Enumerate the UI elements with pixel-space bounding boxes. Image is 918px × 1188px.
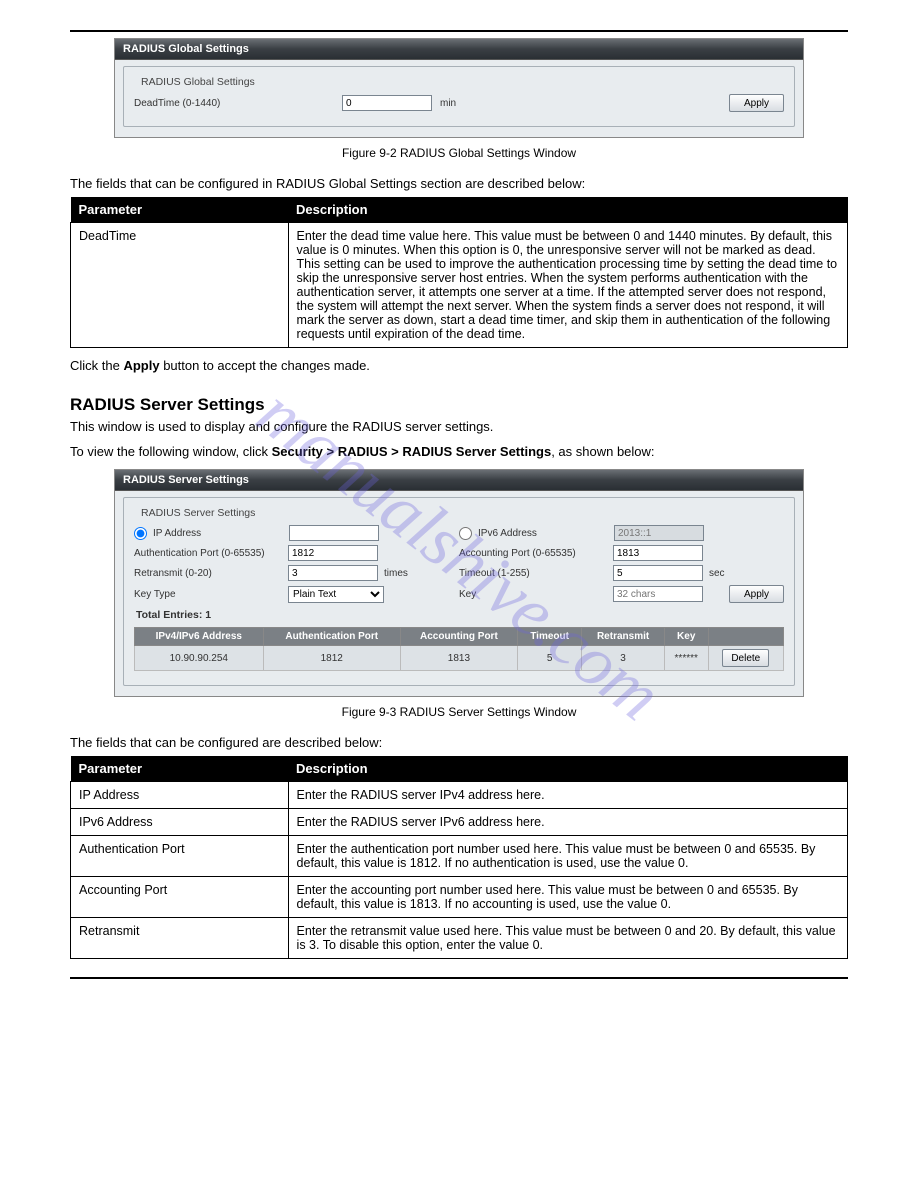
auth-port-input[interactable] (288, 545, 378, 561)
desc-cell: Enter the authentication port number use… (288, 836, 847, 877)
top-rule (70, 30, 848, 32)
params-table-2: Parameter Description IP Address Enter t… (70, 756, 848, 959)
table-row: 10.90.90.254 1812 1813 5 3 ****** Delete (135, 646, 784, 671)
param-cell: DeadTime (71, 223, 289, 348)
timeout-unit: sec (709, 568, 725, 579)
section-heading: RADIUS Server Settings (70, 395, 848, 415)
desc-cell: Enter the retransmit value used here. Th… (288, 918, 847, 959)
cell-timeout: 5 (517, 646, 581, 671)
ipv6-address-label: IPv6 Address (478, 528, 608, 539)
param-cell: IP Address (71, 782, 289, 809)
table-row: Authentication Port Enter the authentica… (71, 836, 848, 877)
deadtime-label: DeadTime (0-1440) (134, 98, 334, 109)
bottom-rule (70, 977, 848, 979)
th-acctport: Accounting Port (400, 628, 517, 646)
table-row: IPv6 Address Enter the RADIUS server IPv… (71, 809, 848, 836)
ipv6-address-radio[interactable] (459, 527, 472, 540)
th-action (708, 628, 783, 646)
param-cell: IPv6 Address (71, 809, 289, 836)
param-cell: Retransmit (71, 918, 289, 959)
retransmit-input[interactable] (288, 565, 378, 581)
cell-retransmit: 3 (582, 646, 665, 671)
cell-key: ****** (664, 646, 708, 671)
cell-addr: 10.90.90.254 (135, 646, 264, 671)
table-row: DeadTime Enter the dead time value here.… (71, 223, 848, 348)
figure-caption-2: Figure 9-3 RADIUS Server Settings Window (70, 705, 848, 719)
cell-authport: 1812 (263, 646, 400, 671)
apply-button[interactable]: Apply (729, 585, 784, 603)
key-label: Key (459, 589, 607, 600)
figure-caption-1: Figure 9-2 RADIUS Global Settings Window (70, 146, 848, 160)
total-entries: Total Entries: 1 (136, 609, 784, 621)
desc-cell: Enter the accounting port number used he… (288, 877, 847, 918)
intro-text-2: The fields that can be configured are de… (70, 735, 848, 750)
th-param: Parameter (71, 756, 289, 782)
param-cell: Authentication Port (71, 836, 289, 877)
panel-title: RADIUS Global Settings (115, 39, 803, 60)
retransmit-unit: times (384, 568, 408, 579)
deadtime-input[interactable] (342, 95, 432, 111)
delete-button[interactable]: Delete (722, 649, 769, 667)
th-addr: IPv4/IPv6 Address (135, 628, 264, 646)
server-entries-table: IPv4/IPv6 Address Authentication Port Ac… (134, 627, 784, 671)
ip-address-label: IP Address (153, 528, 283, 539)
deadtime-unit: min (440, 98, 456, 109)
th-timeout: Timeout (517, 628, 581, 646)
radius-global-screenshot: RADIUS Global Settings RADIUS Global Set… (114, 38, 804, 138)
th-retransmit: Retransmit (582, 628, 665, 646)
section-subtext: This window is used to display and confi… (70, 419, 848, 434)
th-key: Key (664, 628, 708, 646)
nav-text: To view the following window, click Secu… (70, 444, 848, 459)
intro-text-1: The fields that can be configured in RAD… (70, 176, 848, 191)
desc-cell: Enter the RADIUS server IPv6 address her… (288, 809, 847, 836)
keytype-select[interactable]: Plain Text (288, 586, 384, 603)
table-row: Accounting Port Enter the accounting por… (71, 877, 848, 918)
fieldset-legend: RADIUS Server Settings (138, 507, 258, 519)
th-desc: Description (288, 197, 847, 223)
apply-note: Click the Apply button to accept the cha… (70, 358, 848, 373)
radius-server-screenshot: RADIUS Server Settings RADIUS Server Set… (114, 469, 804, 697)
desc-cell: Enter the RADIUS server IPv4 address her… (288, 782, 847, 809)
keytype-label: Key Type (134, 589, 282, 600)
key-input[interactable] (613, 586, 703, 602)
th-param: Parameter (71, 197, 289, 223)
ipv6-address-input (614, 525, 704, 541)
ip-address-radio[interactable] (134, 527, 147, 540)
ip-address-input[interactable] (289, 525, 379, 541)
acct-port-input[interactable] (613, 545, 703, 561)
param-cell: Accounting Port (71, 877, 289, 918)
params-table-1: Parameter Description DeadTime Enter the… (70, 197, 848, 348)
timeout-input[interactable] (613, 565, 703, 581)
apply-button[interactable]: Apply (729, 94, 784, 112)
table-row: IP Address Enter the RADIUS server IPv4 … (71, 782, 848, 809)
fieldset-legend: RADIUS Global Settings (138, 76, 258, 88)
desc-cell: Enter the dead time value here. This val… (288, 223, 847, 348)
table-row: Retransmit Enter the retransmit value us… (71, 918, 848, 959)
cell-acctport: 1813 (400, 646, 517, 671)
acct-port-label: Accounting Port (0-65535) (459, 548, 607, 559)
panel-title: RADIUS Server Settings (115, 470, 803, 491)
retransmit-label: Retransmit (0-20) (134, 568, 282, 579)
auth-port-label: Authentication Port (0-65535) (134, 548, 282, 559)
th-authport: Authentication Port (263, 628, 400, 646)
th-desc: Description (288, 756, 847, 782)
timeout-label: Timeout (1-255) (459, 568, 607, 579)
